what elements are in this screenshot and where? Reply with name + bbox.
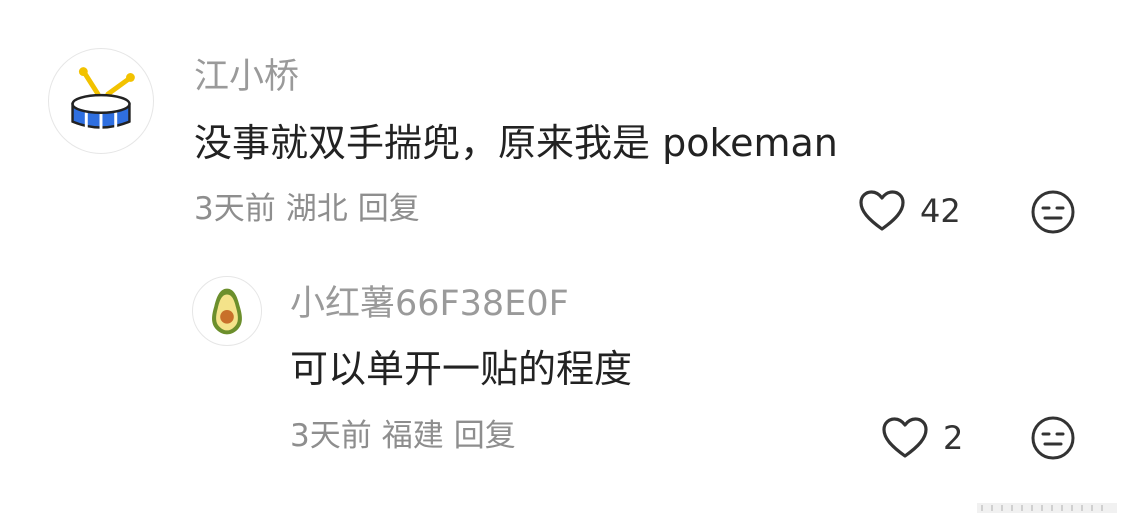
comment-username[interactable]: 小红薯66F38E0F	[290, 284, 569, 324]
like-button[interactable]: 2	[881, 416, 963, 460]
comment-content: 没事就双手揣兜，原来我是 pokeman	[194, 121, 838, 165]
reply-button[interactable]: 回复	[454, 418, 516, 454]
like-button[interactable]: 42	[858, 189, 961, 233]
comment-content: 可以单开一贴的程度	[290, 347, 633, 391]
reply-button[interactable]: 回复	[358, 191, 420, 227]
neutral-face-icon	[1031, 190, 1075, 234]
emoji-reaction-button[interactable]	[1030, 189, 1076, 235]
comment-location: 湖北	[285, 191, 348, 227]
neutral-face-icon	[1031, 416, 1075, 460]
comment-meta: 3天前 湖北 回复	[194, 191, 430, 227]
comment-location: 福建	[381, 418, 444, 454]
comment-meta: 3天前 福建 回复	[290, 418, 526, 454]
comment-time: 3天前	[290, 418, 372, 454]
watermark	[977, 503, 1117, 513]
like-count: 2	[943, 419, 964, 457]
avatar[interactable]	[192, 276, 262, 346]
drum-icon	[71, 67, 135, 130]
comment-username[interactable]: 江小桥	[194, 57, 299, 97]
comment-time: 3天前	[194, 191, 276, 227]
comment-thread: 江小桥 没事就双手揣兜，原来我是 pokeman 3天前 湖北 回复 42 小红薯6…	[0, 0, 1125, 521]
avatar[interactable]	[48, 48, 154, 154]
like-count: 42	[920, 192, 961, 230]
heart-icon	[882, 417, 928, 458]
avocado-icon	[212, 288, 242, 335]
emoji-reaction-button[interactable]	[1030, 415, 1076, 461]
heart-icon	[859, 190, 905, 231]
